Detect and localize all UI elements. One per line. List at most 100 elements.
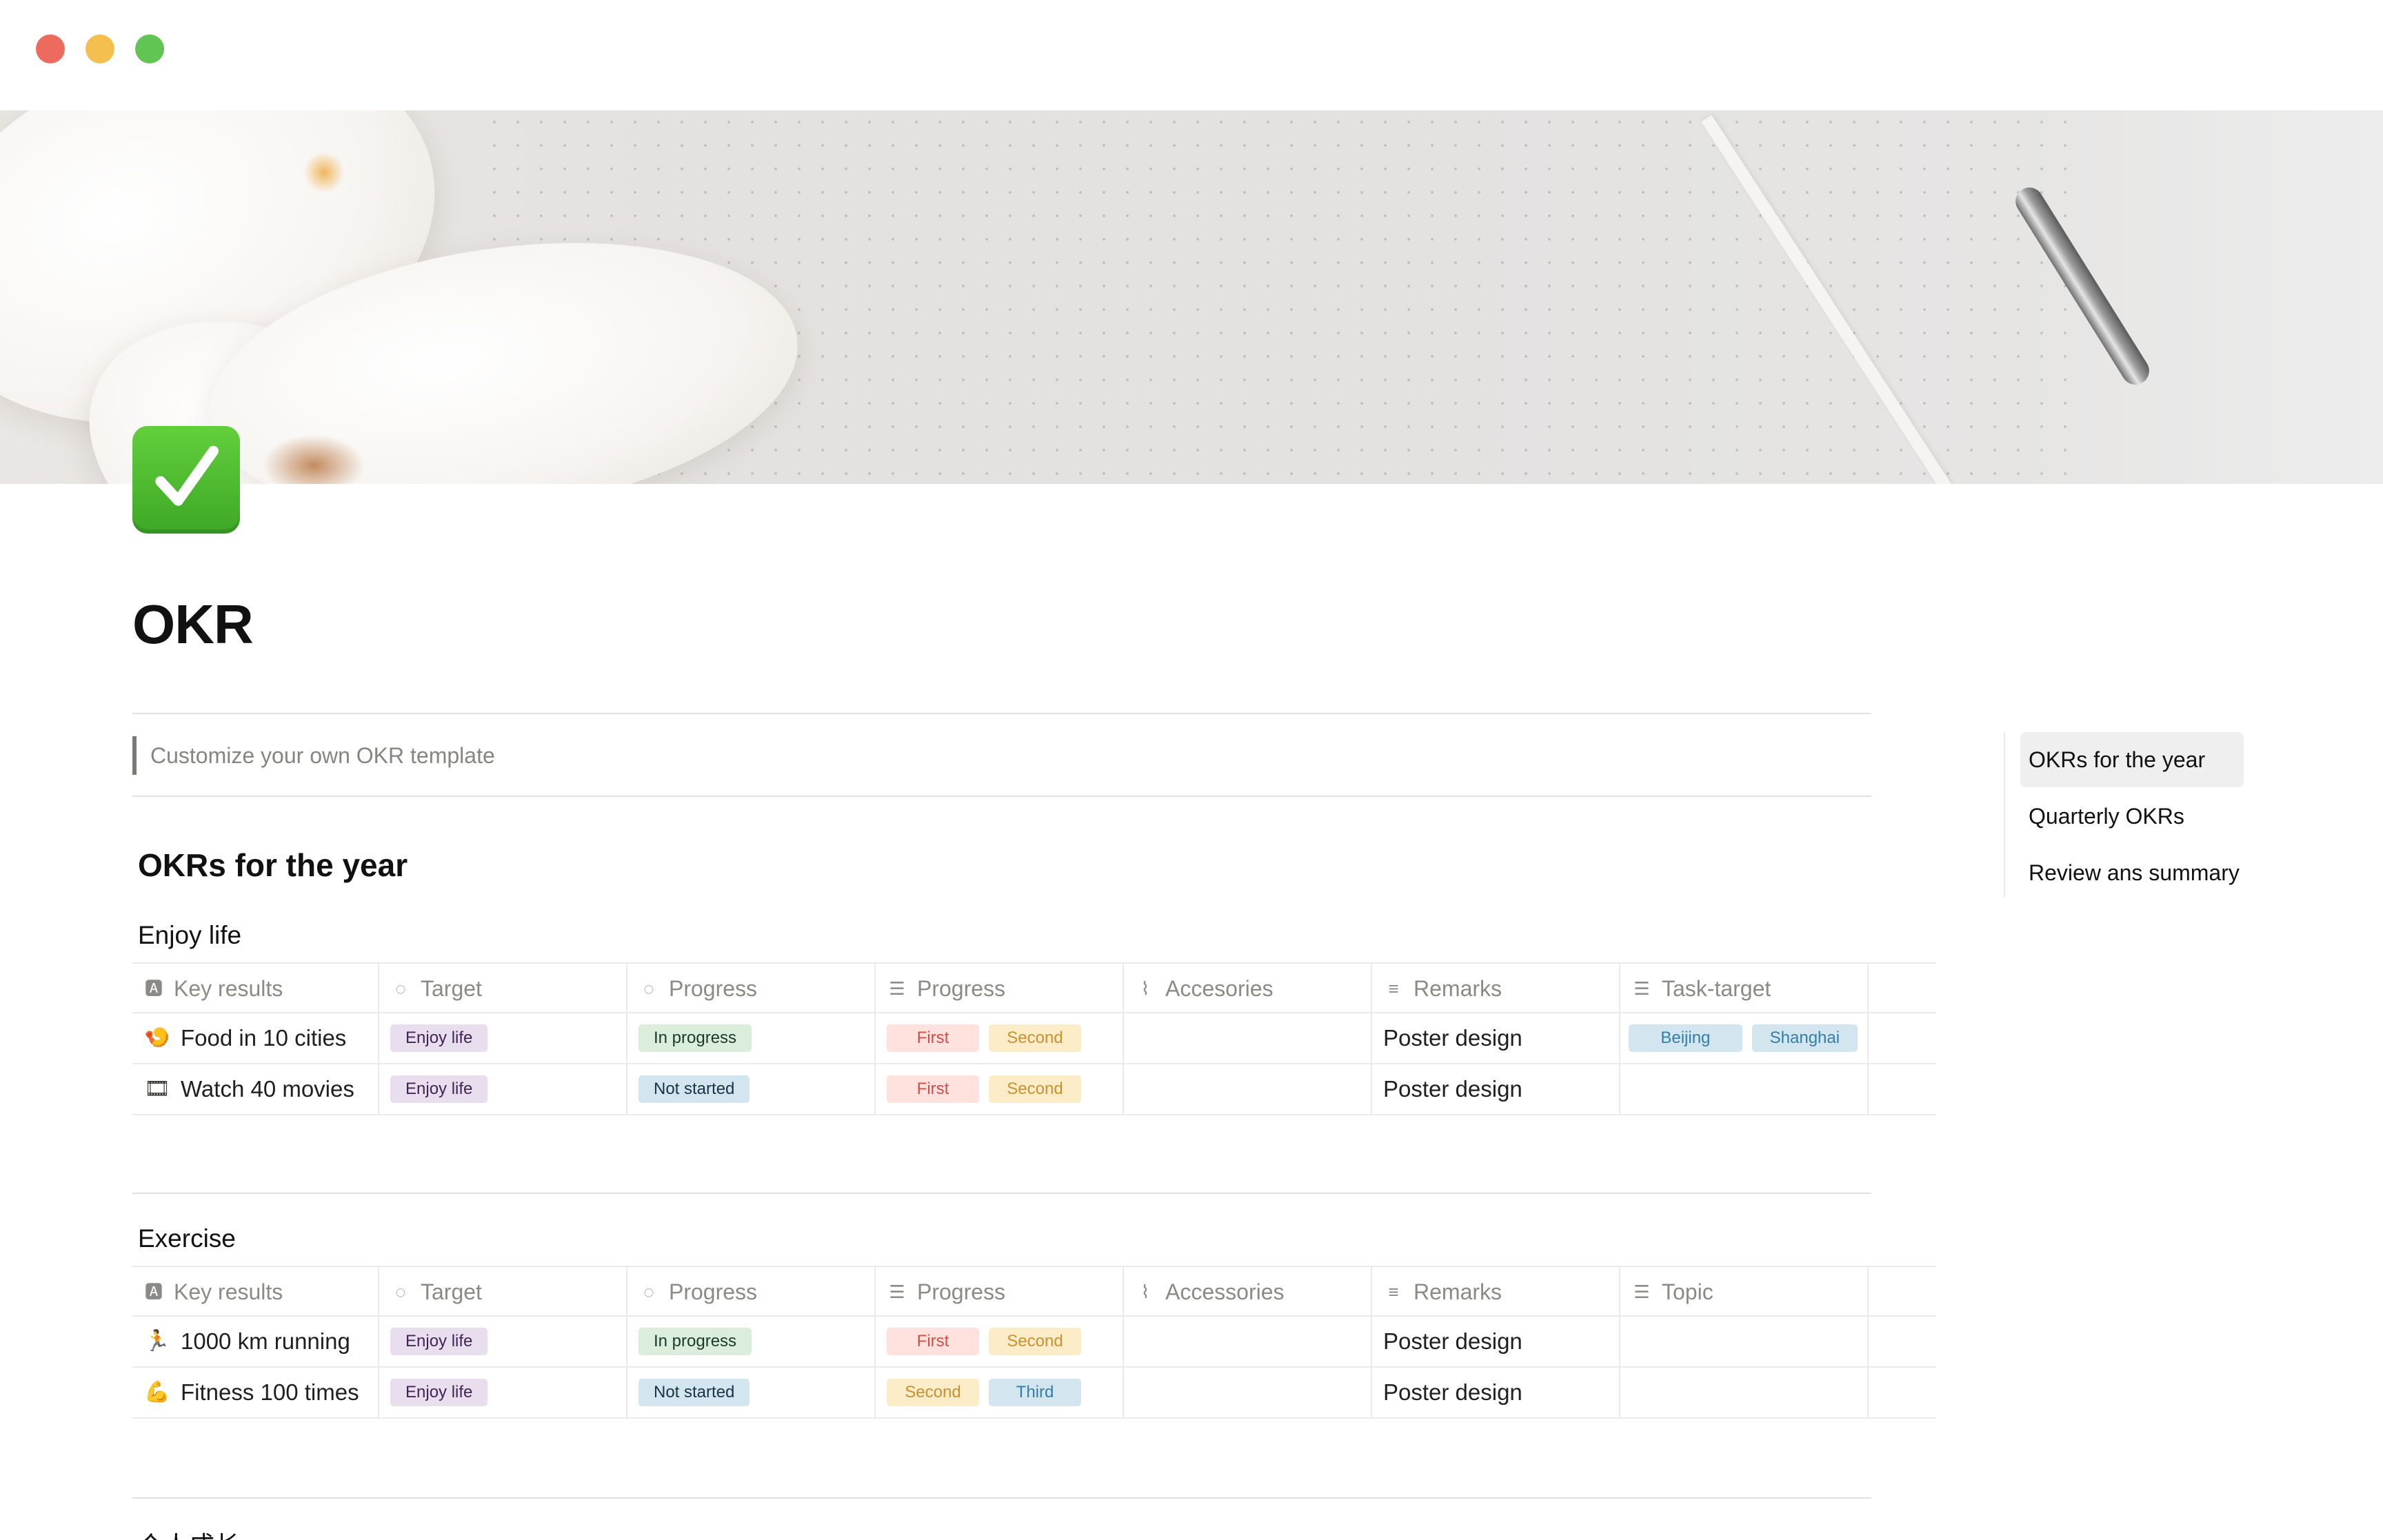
page-cover-image [0,110,2383,484]
key-result-cell[interactable]: 🎞 Watch 40 movies [132,1064,379,1114]
minimize-window-button[interactable] [86,34,114,63]
stage-tag: Third [989,1379,1081,1406]
column-header-target[interactable]: ◌ Target [379,964,627,1013]
paperclip-icon: ⌇ [1140,978,1150,999]
divider [132,796,1871,797]
text-icon: 🅰 [144,978,163,999]
stage-tag: Second [989,1075,1081,1103]
task-target-cell[interactable] [1620,1064,1869,1114]
stages-cell[interactable]: First Second [876,1317,1124,1366]
remarks-cell[interactable]: Poster design [1372,1317,1620,1366]
remarks-text: Poster design [1383,1379,1522,1405]
quote-block: Customize your own OKR template [132,736,495,775]
accesories-cell[interactable] [1124,1013,1372,1063]
multi-select-icon: ☰ [1633,1281,1650,1302]
status-icon: ◌ [643,1281,654,1302]
key-result-cell[interactable]: 🍤 Food in 10 cities [132,1013,379,1063]
target-cell[interactable]: Enjoy life [379,1317,627,1366]
toc-item-review-summary[interactable]: Review ans summary [2020,845,2248,900]
key-result-cell[interactable]: 🏃 1000 km running [132,1317,379,1366]
column-label: Remarks [1414,975,1502,1001]
column-header-topic[interactable]: ☰ Topic [1620,1267,1869,1317]
column-header-key-results[interactable]: 🅰 Key results [132,964,379,1013]
column-header-progress-stages[interactable]: ☰ Progress [876,964,1124,1013]
remarks-cell[interactable]: Poster design [1372,1064,1620,1114]
task-target-cell[interactable]: Beijing Shanghai [1620,1013,1869,1063]
multi-select-icon: ☰ [889,978,905,999]
remarks-text: Poster design [1383,1328,1522,1354]
column-label: Key results [174,975,283,1001]
status-icon: ◌ [395,1281,406,1302]
person-running-icon: 🏃 [144,1330,170,1352]
target-cell[interactable]: Enjoy life [379,1064,627,1114]
status-tag: Not started [639,1379,750,1406]
stage-tag: Second [989,1328,1081,1355]
column-header-task-target[interactable]: ☰ Task-target [1620,964,1869,1013]
table-row[interactable]: 🎞 Watch 40 movies Enjoy life Not started … [132,1064,1936,1115]
target-cell[interactable]: Enjoy life [379,1013,627,1063]
accessories-cell[interactable] [1124,1317,1372,1366]
topic-cell[interactable] [1620,1368,1869,1417]
toc-item-quarterly-okrs[interactable]: Quarterly OKRs [2020,789,2193,844]
column-header-target[interactable]: ◌ Target [379,1267,627,1317]
accesories-cell[interactable] [1124,1064,1372,1114]
zoom-window-button[interactable] [135,34,164,63]
heading-enjoy-life: Enjoy life [138,921,242,949]
column-label: Accessories [1165,1279,1285,1304]
topic-cell[interactable] [1620,1317,1869,1366]
task-tag: Beijing [1629,1024,1742,1052]
stages-cell[interactable]: First Second [876,1064,1124,1114]
key-result-cell[interactable]: 💪 Fitness 100 times [132,1368,379,1417]
empty-cell [1869,1013,1935,1063]
status-cell[interactable]: Not started [627,1368,876,1417]
heading-personal-growth: 个人成长 [138,1525,240,1540]
text-lines-icon: ≡ [1388,978,1399,999]
column-header-progress-status[interactable]: ◌ Progress [627,1267,876,1317]
column-header-key-results[interactable]: 🅰 Key results [132,1267,379,1317]
stages-cell[interactable]: Second Third [876,1368,1124,1417]
column-label: Key results [174,1279,283,1304]
column-header-accessories[interactable]: ⌇ Accessories [1124,1267,1372,1317]
stage-tag: Second [887,1379,979,1406]
table-row[interactable]: 🍤 Food in 10 cities Enjoy life In progres… [132,1013,1936,1064]
table-row[interactable]: 🏃 1000 km running Enjoy life In progress … [132,1317,1936,1368]
stage-tag: First [887,1075,979,1103]
key-result-name: Watch 40 movies [181,1076,354,1102]
column-label: Progress [917,975,1006,1001]
table-row[interactable]: 💪 Fitness 100 times Enjoy life Not starte… [132,1368,1936,1419]
target-tag: Enjoy life [390,1379,488,1406]
empty-cell [1869,1368,1935,1417]
add-column-cell[interactable] [1869,1267,1935,1317]
status-cell[interactable]: In progress [627,1013,876,1063]
empty-cell [1869,1064,1935,1114]
remarks-cell[interactable]: Poster design [1372,1368,1620,1417]
column-header-remarks[interactable]: ≡ Remarks [1372,964,1620,1013]
status-tag: Not started [639,1075,750,1103]
check-mark-button-icon[interactable] [132,426,240,534]
column-header-progress-stages[interactable]: ☰ Progress [876,1267,1124,1317]
status-cell[interactable]: Not started [627,1064,876,1114]
toc-item-okrs-for-the-year[interactable]: OKRs for the year [2020,732,2244,787]
add-column-cell[interactable] [1869,964,1935,1013]
column-label: Topic [1662,1279,1713,1304]
column-label: Task-target [1662,975,1771,1001]
window-titlebar [0,0,2383,110]
divider [132,1193,1871,1194]
text-lines-icon: ≡ [1388,1281,1399,1302]
column-header-accesories[interactable]: ⌇ Accesories [1124,964,1372,1013]
status-cell[interactable]: In progress [627,1317,876,1366]
heading-okrs-for-the-year: OKRs for the year [138,847,408,883]
flexed-biceps-icon: 💪 [144,1381,170,1404]
column-header-progress-status[interactable]: ◌ Progress [627,964,876,1013]
column-header-remarks[interactable]: ≡ Remarks [1372,1267,1620,1317]
stages-cell[interactable]: First Second [876,1013,1124,1063]
target-cell[interactable]: Enjoy life [379,1368,627,1417]
target-tag: Enjoy life [390,1328,488,1355]
accessories-cell[interactable] [1124,1368,1372,1417]
column-label: Progress [669,1279,758,1304]
close-window-button[interactable] [36,34,65,63]
column-label: Target [421,975,482,1001]
paperclip-icon: ⌇ [1140,1281,1150,1302]
remarks-text: Poster design [1383,1025,1522,1051]
remarks-cell[interactable]: Poster design [1372,1013,1620,1063]
